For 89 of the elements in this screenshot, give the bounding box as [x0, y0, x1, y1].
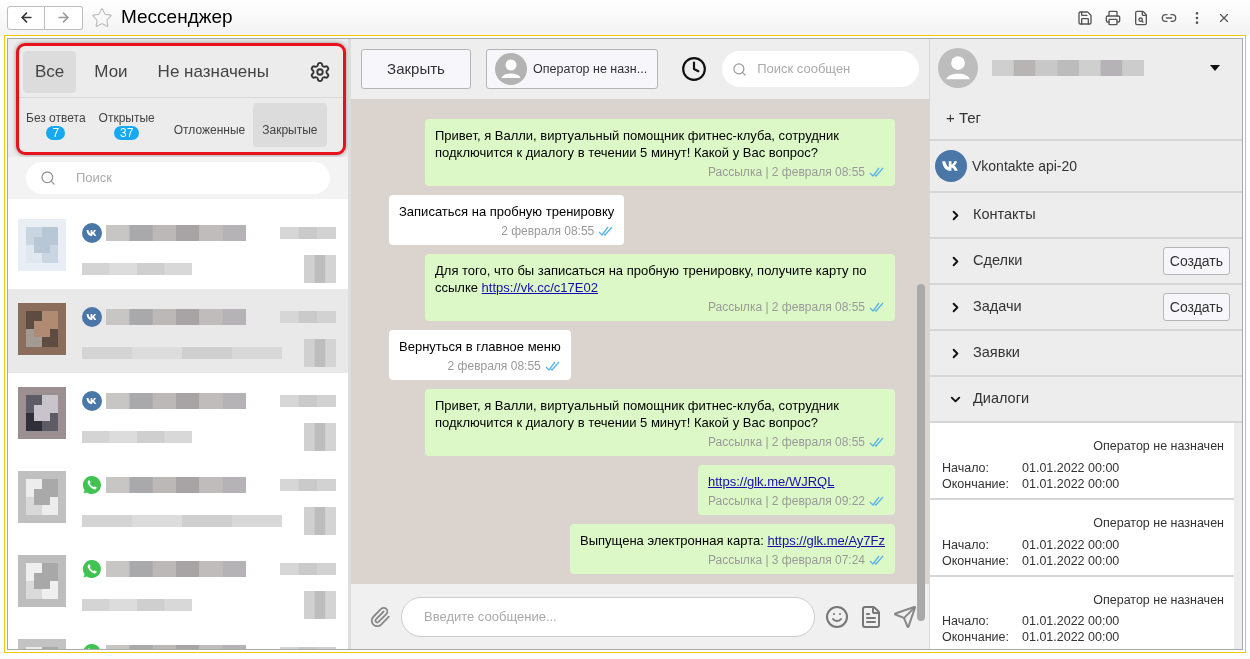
- filter-tab[interactable]: Все: [23, 50, 77, 93]
- dropdown-caret-icon[interactable]: [1210, 65, 1220, 71]
- message-text: Вернуться в главное меню: [399, 338, 561, 355]
- section-header[interactable]: Контакты: [930, 193, 1242, 239]
- vk-icon: [82, 307, 102, 327]
- section-header[interactable]: Заявки: [930, 331, 1242, 377]
- message-meta: Рассылка | 2 февраля 09:22: [707, 493, 865, 510]
- message-link[interactable]: https://vk.cc/c17E02: [481, 280, 598, 295]
- status-tab[interactable]: Закрытые: [253, 103, 327, 147]
- field-label: Начало:: [942, 613, 991, 630]
- section-header[interactable]: Задачи Создать: [930, 285, 1242, 331]
- field-label: Окончание:: [942, 552, 1010, 569]
- filter-tab[interactable]: Мои: [82, 50, 140, 93]
- message-text: Привет, я Валли, виртуальный помощник фитнес-клуба, сотрудник подключится к диалогу в течении 5 минут! Какой у Вас вопрос?: [435, 397, 840, 431]
- dialog-card[interactable]: Оператор не назначен Начало: 01.01.2022 00:00 Окончание: 01.01.2022 00:00: [930, 499, 1234, 577]
- close-dialog-button[interactable]: Закрыть: [361, 49, 471, 89]
- blurred-time: [280, 395, 336, 407]
- message-link[interactable]: https://glk.me/Ay7Fz: [767, 533, 885, 548]
- window-title: Мессенджер: [121, 5, 233, 30]
- blurred-time: [280, 227, 336, 239]
- whatsapp-icon: [82, 475, 102, 495]
- vk-icon: [82, 223, 102, 243]
- print-icon[interactable]: [1105, 9, 1121, 26]
- operator-button[interactable]: Оператор не назн...: [486, 49, 659, 89]
- document-icon[interactable]: [859, 604, 883, 629]
- attach-icon[interactable]: [369, 605, 391, 628]
- user-avatar-icon: [495, 53, 527, 85]
- blurred-badge: [304, 591, 336, 619]
- dialog-card[interactable]: Оператор не назначен Начало: 01.01.2022 00:00 Окончание: 01.01.2022 00:00: [930, 423, 1234, 500]
- history-clock-icon[interactable]: [681, 56, 708, 82]
- vk-icon: [935, 150, 967, 182]
- message-text: Для того, что бы записаться на пробную тренировку, получите карту по ссылке https://vk.cc/c17E02: [435, 262, 868, 296]
- dialog-operator: Оператор не назначен: [1093, 591, 1224, 609]
- send-icon[interactable]: [893, 604, 917, 629]
- status-tab[interactable]: Открытые 37: [93, 103, 160, 147]
- message-meta: 2 февраля 08:55: [447, 358, 541, 375]
- blurred-badge: [304, 423, 336, 451]
- channel-name: Vkontakte api-20: [972, 156, 1078, 176]
- blurred-badge: [304, 507, 336, 535]
- count-badge: 37: [114, 125, 140, 140]
- create-button[interactable]: Создать: [1162, 247, 1230, 275]
- field-value: 01.01.2022 00:00: [1022, 536, 1121, 553]
- dialog-card[interactable]: Оператор не назначен Начало: 01.01.2022 00:00 Окончание: 01.01.2022 00:00: [930, 576, 1234, 649]
- blurred-badge: [304, 339, 336, 367]
- field-label: Окончание:: [942, 629, 1010, 646]
- count-badge: 7: [46, 125, 66, 140]
- blurred-time: [280, 563, 336, 575]
- field-label: Окончание:: [942, 475, 1010, 492]
- section-header[interactable]: Сделки Создать: [930, 239, 1242, 285]
- scrollbar-thumb[interactable]: [917, 284, 925, 621]
- whatsapp-icon: [82, 559, 102, 579]
- user-avatar-icon: [938, 48, 978, 88]
- message-link[interactable]: https://glk.me/WJRQL: [707, 474, 835, 489]
- message-text: Выпущена электронная карта: https://glk.me/Ay7Fz: [580, 532, 885, 549]
- message-meta: Рассылка | 2 февраля 08:55: [707, 434, 865, 451]
- search-icon: [40, 170, 56, 186]
- status-tab[interactable]: Отложенные: [168, 103, 251, 147]
- field-value: 01.01.2022 00:00: [1022, 552, 1121, 569]
- message-text: Записаться на пробную тренировку: [399, 203, 615, 220]
- message-meta: Рассылка | 2 февраля 08:55: [707, 164, 865, 181]
- settings-icon[interactable]: [309, 60, 331, 83]
- dialog-operator: Оператор не назначен: [1093, 514, 1224, 532]
- save-icon[interactable]: [1077, 9, 1093, 26]
- field-value: 01.01.2022 00:00: [1022, 475, 1121, 492]
- emoji-icon[interactable]: [825, 604, 849, 629]
- message-meta: 2 февраля 08:55: [501, 223, 595, 240]
- create-button[interactable]: Создать: [1162, 293, 1230, 321]
- preview-icon[interactable]: [1133, 9, 1149, 26]
- field-label: Начало:: [942, 536, 991, 553]
- blurred-time: [280, 479, 336, 491]
- vk-icon: [82, 391, 102, 411]
- field-value: 01.01.2022 00:00: [1022, 629, 1121, 646]
- field-label: Начало:: [942, 459, 991, 476]
- blurred-badge: [304, 255, 336, 283]
- field-value: 01.01.2022 00:00: [1022, 459, 1121, 476]
- conversation-item[interactable]: [8, 289, 348, 373]
- blurred-time: [280, 311, 336, 323]
- back-arrow-icon: [18, 10, 34, 25]
- message-meta: Рассылка | 2 февраля 08:55: [707, 299, 865, 316]
- dialog-operator: Оператор не назначен: [1093, 438, 1224, 455]
- back-button[interactable]: [7, 5, 45, 30]
- star-icon[interactable]: [91, 6, 113, 29]
- filter-tab[interactable]: Не назначены: [145, 50, 281, 93]
- message-text: Привет, я Валли, виртуальный помощник фитнес-клуба, сотрудник подключится к диалогу в течении 5 минут! Какой у Вас вопрос?: [435, 127, 840, 161]
- search-icon: [732, 61, 748, 77]
- field-value: 01.01.2022 00:00: [1022, 613, 1121, 630]
- add-tag-button[interactable]: + Тег: [946, 106, 982, 130]
- message-meta: Рассылка | 3 февраля 07:24: [707, 552, 865, 569]
- status-tab[interactable]: Без ответа 7: [21, 103, 91, 147]
